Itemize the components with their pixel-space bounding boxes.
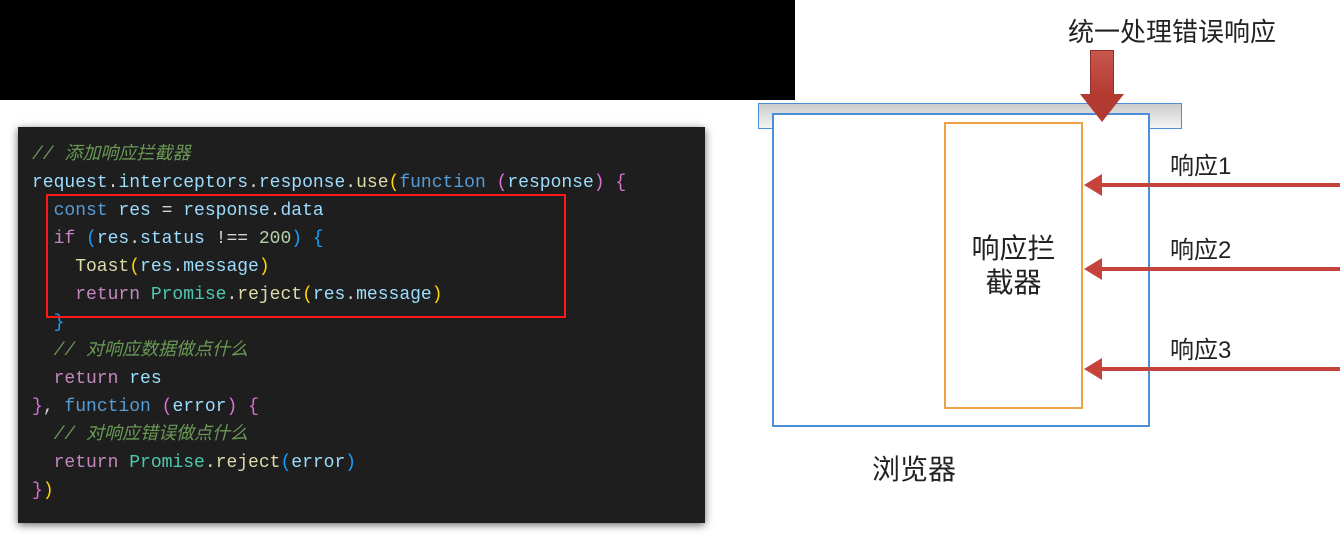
code-comment: // 添加响应拦截器 [32, 145, 190, 165]
resp1-label: 响应1 [1170, 146, 1231, 181]
t: data [280, 201, 323, 221]
resp3-label: 响应3 [1170, 330, 1231, 365]
t: . [226, 285, 237, 305]
t: ) [259, 257, 270, 277]
t: . [345, 285, 356, 305]
interceptor-label: 响应拦截器 [960, 232, 1067, 300]
t: message [183, 257, 259, 277]
t: ( [129, 257, 140, 277]
code-editor: // 添加响应拦截器 request.interceptors.response… [18, 127, 705, 523]
code-comment: // 对响应数据做点什么 [32, 341, 248, 361]
t: interceptors [118, 173, 248, 193]
t: . [129, 229, 140, 249]
t: ) [226, 397, 248, 417]
t: Promise [129, 453, 205, 473]
t: request [32, 173, 108, 193]
top-black-bar [0, 0, 795, 100]
arrow-left-icon [1084, 264, 1340, 270]
t: } [32, 313, 64, 333]
t: . [108, 173, 119, 193]
t: = [151, 201, 183, 221]
t: } [32, 397, 43, 417]
t: function [399, 173, 496, 193]
t: ( [302, 285, 313, 305]
arrow-left-icon [1084, 180, 1340, 186]
t: ( [497, 173, 508, 193]
t: status [140, 229, 205, 249]
code-comment: // 对响应错误做点什么 [32, 425, 248, 445]
t: return [32, 369, 129, 389]
t: ) [43, 481, 54, 501]
t: function [64, 397, 161, 417]
t: . [172, 257, 183, 277]
t: use [356, 173, 388, 193]
t: Toast [32, 257, 129, 277]
t: res [313, 285, 345, 305]
t: { [615, 173, 626, 193]
t: ( [86, 229, 97, 249]
t: res [118, 201, 150, 221]
interceptor-box: 响应拦截器 [944, 122, 1083, 409]
diagram: 统一处理错误响应 响应拦截器 浏览器 响应1 响应2 响应3 [700, 0, 1342, 548]
diagram-title: 统一处理错误响应 [1068, 12, 1276, 49]
t: error [291, 453, 345, 473]
t: { [313, 229, 324, 249]
t: reject [216, 453, 281, 473]
t: reject [237, 285, 302, 305]
t: Promise [151, 285, 227, 305]
t: response [183, 201, 269, 221]
t: } [32, 481, 43, 501]
t: ) [432, 285, 443, 305]
t: . [345, 173, 356, 193]
t: ) [594, 173, 616, 193]
t: if [32, 229, 86, 249]
t: ( [162, 397, 173, 417]
t: return [32, 285, 151, 305]
t: res [129, 369, 161, 389]
t: 200 [259, 229, 291, 249]
t: { [248, 397, 259, 417]
t: !== [205, 229, 259, 249]
resp2-label: 响应2 [1170, 230, 1231, 265]
t: error [172, 397, 226, 417]
t: const [32, 201, 118, 221]
t: response [507, 173, 593, 193]
t: res [97, 229, 129, 249]
t: message [356, 285, 432, 305]
t: ( [389, 173, 400, 193]
t: ) [291, 229, 313, 249]
t: ( [280, 453, 291, 473]
t: response [259, 173, 345, 193]
t: , [43, 397, 65, 417]
t: . [248, 173, 259, 193]
t: return [32, 453, 129, 473]
browser-label: 浏览器 [872, 448, 956, 488]
t: . [205, 453, 216, 473]
arrow-left-icon [1084, 364, 1340, 370]
t: ) [345, 453, 356, 473]
t: res [140, 257, 172, 277]
arrow-down-icon [1080, 50, 1124, 124]
t: . [270, 201, 281, 221]
